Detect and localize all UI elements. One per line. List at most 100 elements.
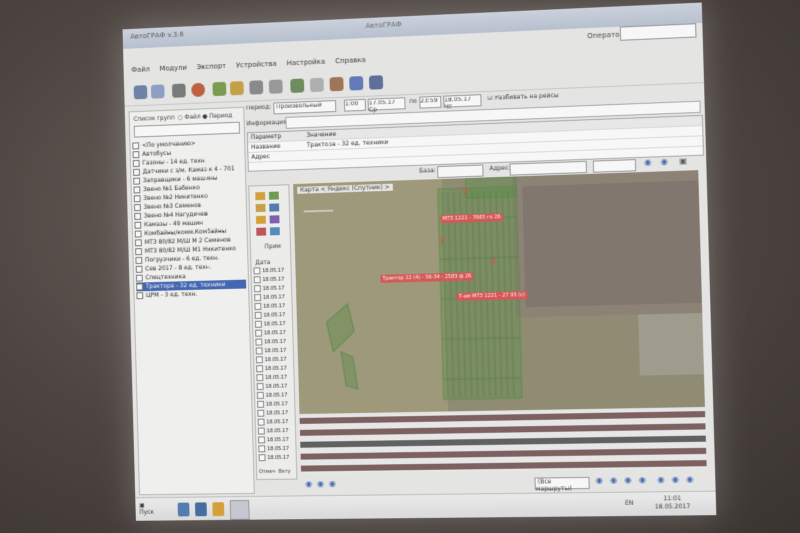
first-icon[interactable]: ◉: [596, 476, 603, 485]
zoom-in-icon[interactable]: ◉: [657, 475, 664, 484]
date-check-icon[interactable]: [254, 294, 262, 302]
vehicle-marker-icon[interactable]: ?: [439, 237, 445, 247]
expand-icon[interactable]: [133, 186, 141, 194]
expand-icon[interactable]: [134, 230, 142, 238]
date-check-icon[interactable]: [256, 374, 264, 382]
timeline-track[interactable]: [299, 423, 706, 436]
satellite-map[interactable]: Карта < Яндекс (Спутник) > МТЗ 1221 - 76…: [293, 170, 705, 415]
menu-item-settings[interactable]: Настройка: [287, 58, 326, 68]
last-icon[interactable]: ◉: [639, 475, 646, 484]
timeline-track[interactable]: [300, 435, 706, 448]
event-icon[interactable]: [256, 227, 267, 236]
explorer-icon[interactable]: [177, 502, 190, 517]
stop-icon[interactable]: ◉: [329, 479, 336, 488]
play-icon[interactable]: ◉: [305, 479, 312, 488]
event-icon[interactable]: [269, 227, 280, 236]
date-check-icon[interactable]: [257, 409, 265, 417]
base-select[interactable]: [437, 164, 484, 179]
date-check-icon[interactable]: [253, 285, 261, 293]
period-select[interactable]: Произвольный: [273, 100, 337, 115]
save-icon[interactable]: [150, 84, 165, 99]
next-icon[interactable]: ◉: [624, 475, 631, 484]
date-check-icon[interactable]: [256, 391, 264, 399]
expand-icon[interactable]: [134, 212, 142, 220]
expand-icon[interactable]: [132, 159, 140, 168]
event-icon[interactable]: [255, 191, 266, 201]
split-trips-checkbox[interactable]: ☑ Разбивать на рейсы: [487, 92, 559, 102]
expand-icon[interactable]: [134, 239, 142, 247]
expand-icon[interactable]: [133, 204, 141, 212]
end-time-field[interactable]: 23:59: [419, 95, 442, 109]
print-label[interactable]: Прим: [264, 243, 281, 250]
date-check-icon[interactable]: [254, 320, 262, 328]
operator-select[interactable]: [619, 23, 697, 41]
center-icon[interactable]: ◉: [686, 475, 693, 484]
device-icon[interactable]: [329, 76, 344, 92]
expand-icon[interactable]: [132, 142, 140, 150]
group-search-input[interactable]: [133, 121, 241, 138]
date-check-icon[interactable]: [254, 302, 262, 311]
date-item[interactable]: 18.05.17: [258, 454, 294, 463]
radio-file[interactable]: ○ Файл: [178, 113, 201, 121]
menu-item-file[interactable]: Файл: [131, 65, 150, 74]
date-check-icon[interactable]: [256, 365, 264, 373]
prev-icon[interactable]: ◉: [610, 476, 617, 485]
event-icon[interactable]: [255, 215, 266, 224]
expand-icon[interactable]: [133, 195, 141, 203]
arrow-icon[interactable]: [368, 75, 384, 90]
enable-button[interactable]: Вкту: [278, 469, 290, 475]
menu-item-modules[interactable]: Модули: [159, 64, 186, 73]
date-check-icon[interactable]: [255, 338, 263, 346]
menu-item-devices[interactable]: Устройства: [236, 60, 277, 70]
date-check-icon[interactable]: [257, 427, 265, 435]
refresh-icon[interactable]: ◉: [661, 157, 668, 166]
tree-item[interactable]: ЦРМ - 3 ед. техн.: [136, 288, 246, 300]
print-icon[interactable]: ▣: [679, 156, 687, 165]
event-icon[interactable]: [269, 215, 280, 224]
map-icon[interactable]: [212, 81, 227, 97]
date-check-icon[interactable]: [255, 356, 263, 364]
date-check-icon[interactable]: [258, 454, 266, 462]
menu-item-help[interactable]: Справка: [335, 56, 366, 65]
expand-icon[interactable]: [136, 292, 144, 300]
date-check-icon[interactable]: [258, 436, 266, 444]
folder-icon[interactable]: [212, 502, 225, 517]
edit-icon[interactable]: [309, 77, 324, 93]
start-date-field[interactable]: 17.05.17 Ср: [367, 97, 406, 114]
expand-icon[interactable]: [135, 265, 143, 273]
menu-item-export[interactable]: Экспорт: [197, 62, 227, 71]
open-icon[interactable]: [133, 85, 148, 100]
date-check-icon[interactable]: [258, 445, 266, 453]
expand-icon[interactable]: [135, 256, 143, 264]
date-check-icon[interactable]: [254, 311, 262, 319]
date-check-icon[interactable]: [255, 329, 263, 337]
zoom-out-icon[interactable]: ◉: [672, 475, 679, 484]
event-icon[interactable]: [268, 191, 279, 200]
mark-button[interactable]: Отмеч: [259, 469, 275, 475]
event-icon[interactable]: [269, 203, 280, 212]
autograph-taskbar-icon[interactable]: [229, 499, 250, 520]
app-icon[interactable]: [194, 502, 207, 517]
pause-icon[interactable]: ◉: [317, 479, 324, 488]
expand-icon[interactable]: [136, 283, 144, 291]
date-check-icon[interactable]: [257, 400, 265, 408]
nav-icon[interactable]: ◉: [644, 158, 651, 167]
event-icon[interactable]: [255, 203, 266, 213]
zoom-select[interactable]: [592, 159, 637, 173]
expand-icon[interactable]: [135, 248, 143, 256]
start-time-field[interactable]: 1:00: [343, 98, 366, 112]
end-date-field[interactable]: 18.05.17 Чт: [443, 94, 482, 111]
expand-icon[interactable]: [134, 221, 142, 229]
timeline-track[interactable]: [300, 447, 707, 460]
expand-icon[interactable]: [133, 177, 141, 185]
language-indicator[interactable]: EN: [625, 500, 634, 507]
measure-icon[interactable]: [268, 79, 283, 94]
date-check-icon[interactable]: [257, 418, 265, 426]
date-check-icon[interactable]: [253, 276, 261, 284]
routes-select[interactable]: (Все маршруты): [534, 476, 590, 493]
expand-icon[interactable]: [132, 151, 140, 159]
report-icon[interactable]: [229, 81, 244, 96]
record-icon[interactable]: [191, 82, 206, 98]
vehicle-marker-icon[interactable]: ?: [462, 188, 468, 198]
radio-period[interactable]: ● Период: [202, 112, 232, 120]
